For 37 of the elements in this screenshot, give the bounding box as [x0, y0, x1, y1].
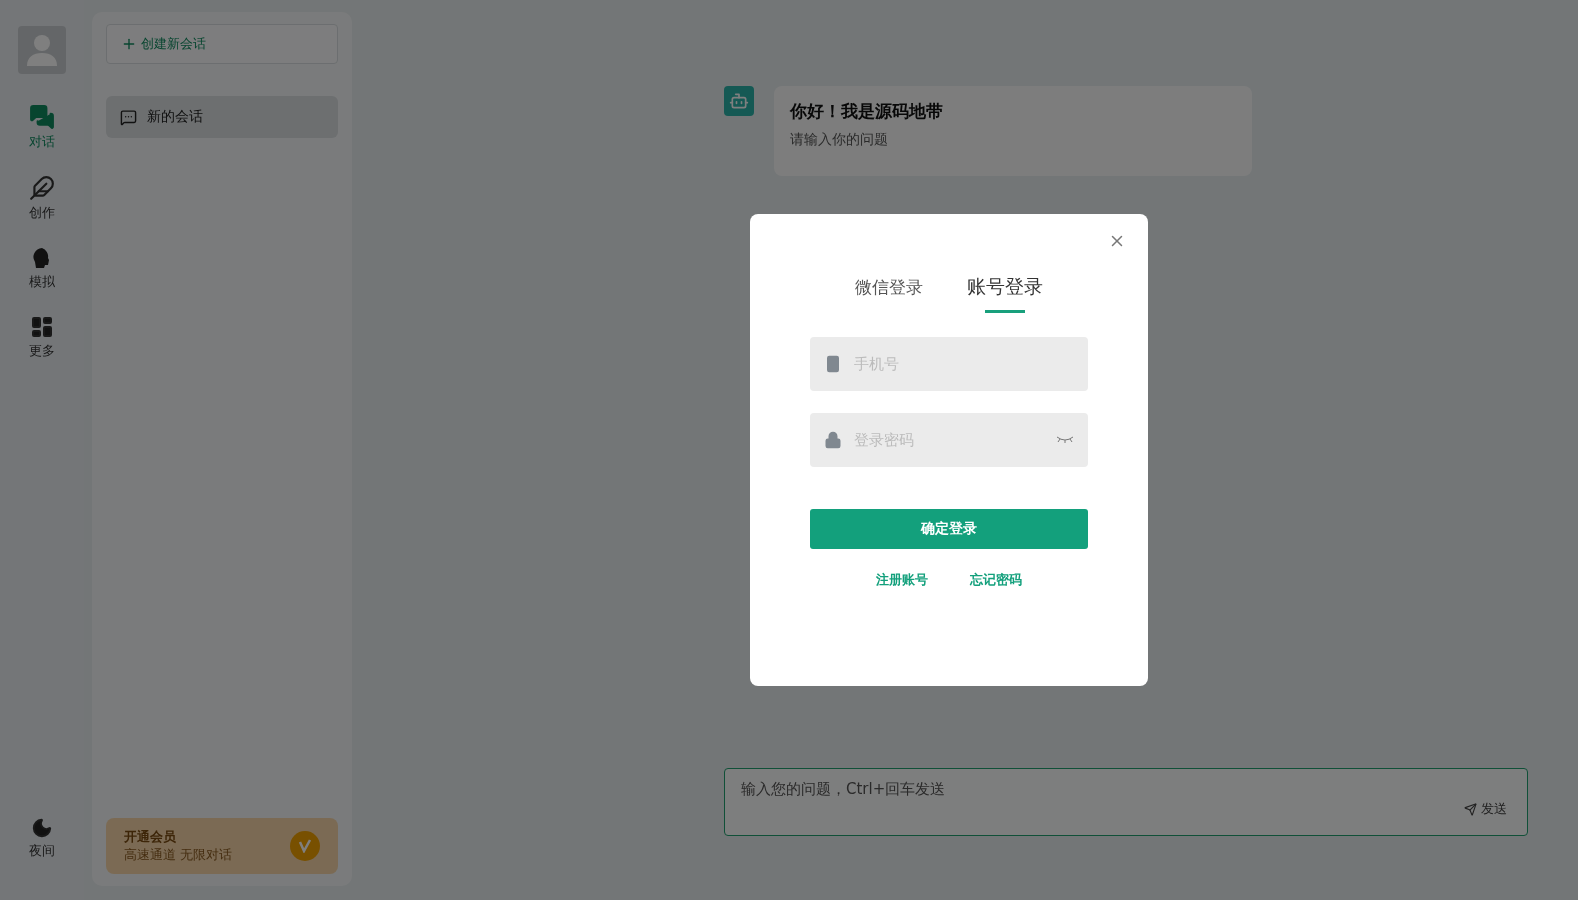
dialog-link[interactable]: 注册账号	[876, 571, 928, 589]
login-tab[interactable]: 微信登录	[855, 274, 923, 313]
robot-avatar-icon	[724, 86, 754, 116]
nav-label: 更多	[29, 342, 55, 360]
phone-icon	[824, 355, 842, 373]
nav-item[interactable]: 更多	[29, 315, 55, 360]
send-button[interactable]: 发送	[1458, 799, 1513, 819]
vip-title: 开通会员	[124, 828, 177, 846]
nav-label: 创作	[29, 204, 55, 222]
nav-item[interactable]: 创作	[29, 175, 55, 222]
vip-banner[interactable]: 开通会员 高速通道 无限对话	[106, 818, 338, 874]
message-text: 请输入你的问题	[790, 131, 889, 149]
night-mode-toggle[interactable]: 夜间	[29, 817, 55, 860]
nav-label: 对话	[29, 133, 55, 151]
message-title: 你好！我是源码地带	[790, 100, 944, 123]
feather-icon	[29, 175, 55, 201]
login-tab[interactable]: 账号登录	[967, 274, 1043, 313]
nav-label: 夜间	[29, 842, 55, 860]
chat-icon	[120, 108, 137, 126]
login-button[interactable]: 确定登录	[810, 509, 1088, 549]
vip-subtitle: 高速通道 无限对话	[124, 846, 233, 864]
grid-icon	[30, 315, 54, 339]
send-icon	[1464, 802, 1477, 816]
moon-icon	[31, 817, 53, 839]
vip-badge-icon	[290, 831, 320, 861]
conversation-item[interactable]: 新的会话	[106, 96, 338, 138]
nav-item[interactable]: 模拟	[29, 246, 55, 291]
question-input-field[interactable]: 输入您的问题，Ctrl+回车发送 发送	[724, 768, 1528, 836]
plus-icon	[121, 36, 137, 52]
dialog-link[interactable]: 忘记密码	[970, 571, 1022, 589]
nav-item[interactable]: 对话	[29, 104, 55, 151]
lock-icon	[824, 431, 842, 449]
question-input[interactable]: 输入您的问题，Ctrl+回车发送	[739, 779, 1513, 799]
chat-bubbles-icon	[29, 104, 55, 130]
closed-eye-icon	[1056, 435, 1074, 445]
nav-label: 模拟	[29, 273, 55, 291]
new-chat-button[interactable]: 创建新会话	[106, 24, 338, 64]
